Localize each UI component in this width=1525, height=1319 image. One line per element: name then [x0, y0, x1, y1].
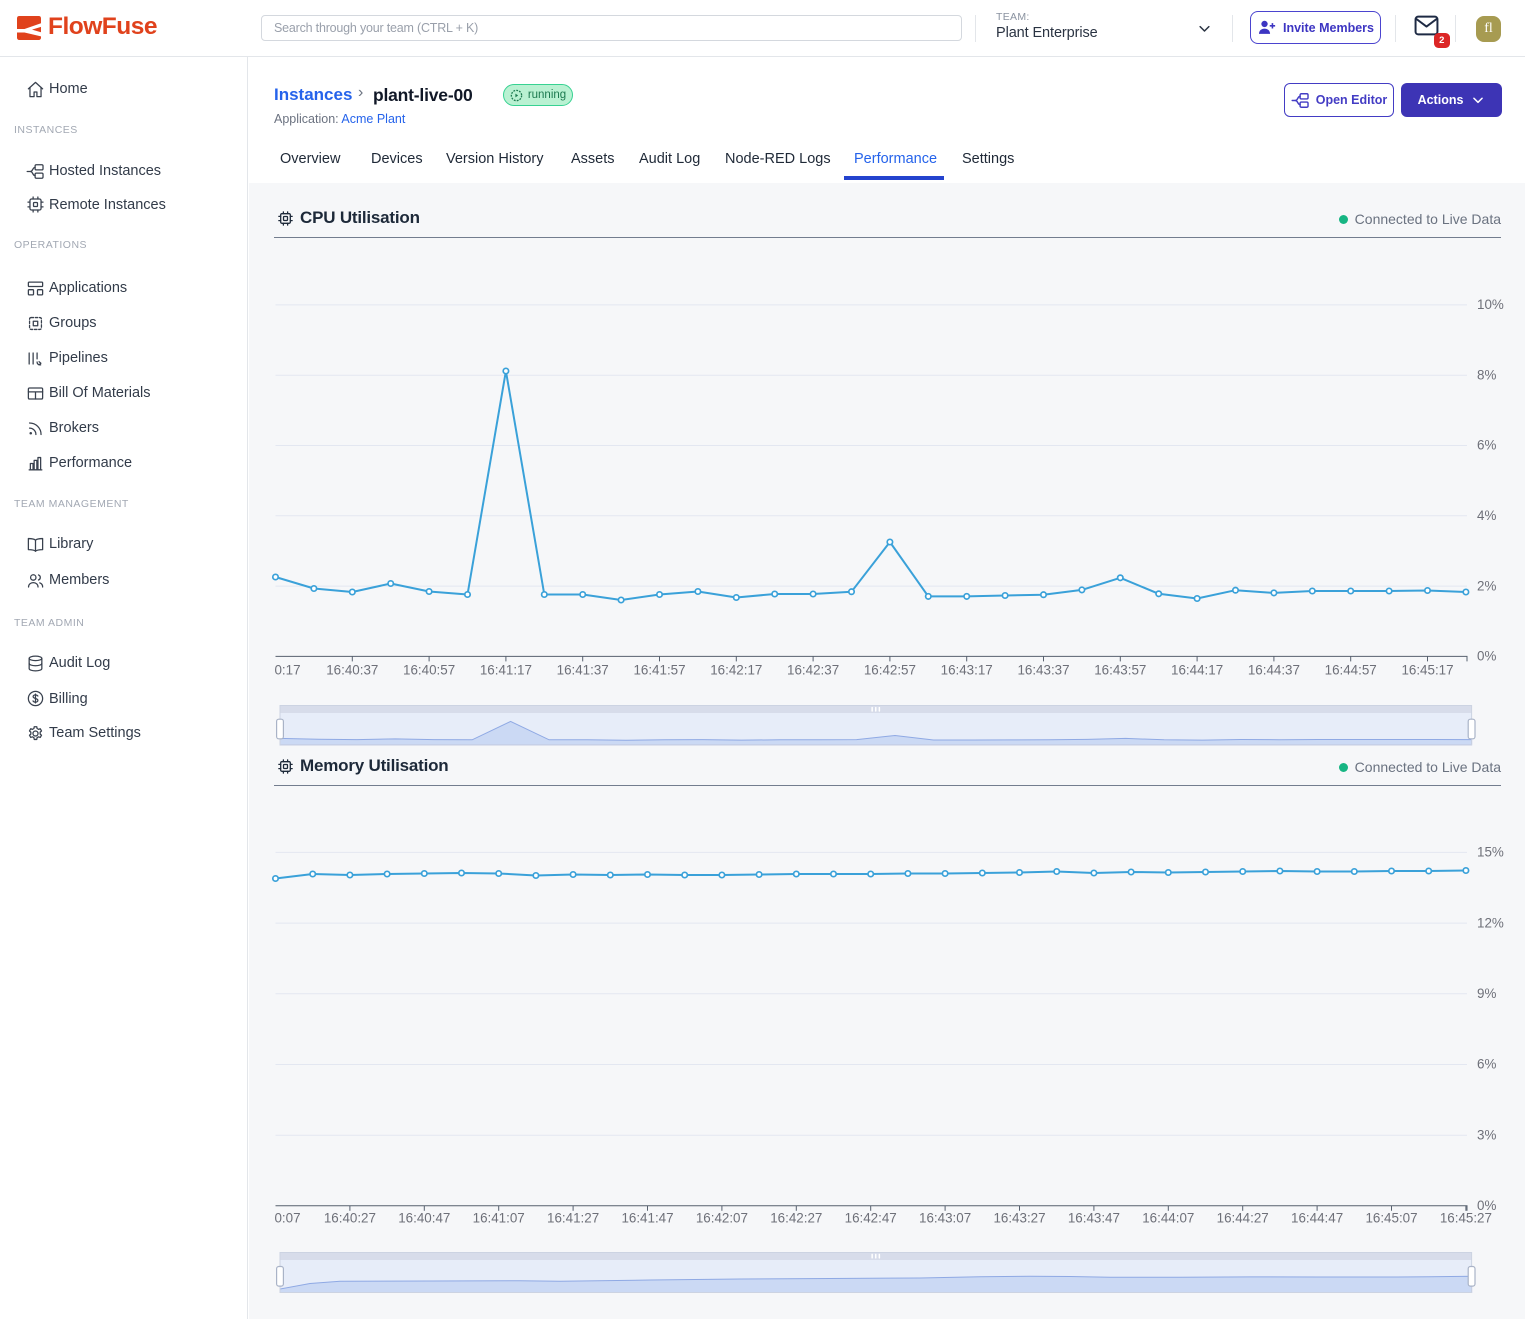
svg-text:16:43:27: 16:43:27 — [993, 1211, 1045, 1226]
svg-text:6%: 6% — [1477, 1057, 1496, 1072]
svg-text:16:41:57: 16:41:57 — [633, 663, 685, 678]
svg-text:15%: 15% — [1477, 845, 1504, 860]
svg-text:16:42:57: 16:42:57 — [864, 663, 916, 678]
svg-text:3%: 3% — [1477, 1127, 1496, 1142]
svg-text:16:44:37: 16:44:37 — [1248, 663, 1300, 678]
svg-text:10%: 10% — [1477, 297, 1504, 312]
svg-text:16:43:47: 16:43:47 — [1068, 1211, 1120, 1226]
svg-text:16:42:37: 16:42:37 — [787, 663, 839, 678]
svg-text:12%: 12% — [1477, 915, 1504, 930]
svg-text:9%: 9% — [1477, 986, 1496, 1001]
svg-text:16:41:47: 16:41:47 — [621, 1211, 673, 1226]
svg-text:16:41:07: 16:41:07 — [473, 1211, 525, 1226]
svg-text:16:40:47: 16:40:47 — [398, 1211, 450, 1226]
svg-text:16:41:17: 16:41:17 — [480, 663, 532, 678]
svg-text:8%: 8% — [1477, 367, 1496, 382]
svg-text:0%: 0% — [1477, 649, 1496, 664]
svg-text:16:41:37: 16:41:37 — [557, 663, 609, 678]
svg-text:16:44:27: 16:44:27 — [1217, 1211, 1269, 1226]
svg-text:16:45:17: 16:45:17 — [1401, 663, 1453, 678]
svg-text:16:40:57: 16:40:57 — [403, 663, 455, 678]
svg-text:16:42:17: 16:42:17 — [710, 663, 762, 678]
svg-text:0:07: 0:07 — [274, 1211, 300, 1226]
svg-text:16:44:57: 16:44:57 — [1325, 663, 1377, 678]
svg-text:16:43:07: 16:43:07 — [919, 1211, 971, 1226]
svg-text:16:44:07: 16:44:07 — [1142, 1211, 1194, 1226]
svg-text:16:42:07: 16:42:07 — [696, 1211, 748, 1226]
svg-text:16:40:27: 16:40:27 — [324, 1211, 376, 1226]
svg-text:4%: 4% — [1477, 508, 1496, 523]
svg-text:16:44:47: 16:44:47 — [1291, 1211, 1343, 1226]
svg-text:16:42:27: 16:42:27 — [770, 1211, 822, 1226]
svg-text:16:44:17: 16:44:17 — [1171, 663, 1223, 678]
svg-text:6%: 6% — [1477, 438, 1496, 453]
svg-text:16:42:47: 16:42:47 — [845, 1211, 897, 1226]
svg-text:16:40:37: 16:40:37 — [326, 663, 378, 678]
svg-text:2%: 2% — [1477, 578, 1496, 593]
svg-text:0:17: 0:17 — [274, 663, 300, 678]
svg-text:16:41:27: 16:41:27 — [547, 1211, 599, 1226]
svg-text:16:45:07: 16:45:07 — [1365, 1211, 1417, 1226]
svg-text:16:43:57: 16:43:57 — [1094, 663, 1146, 678]
svg-text:16:43:17: 16:43:17 — [941, 663, 993, 678]
svg-text:16:43:37: 16:43:37 — [1017, 663, 1069, 678]
svg-text:16:45:27: 16:45:27 — [1440, 1211, 1492, 1226]
